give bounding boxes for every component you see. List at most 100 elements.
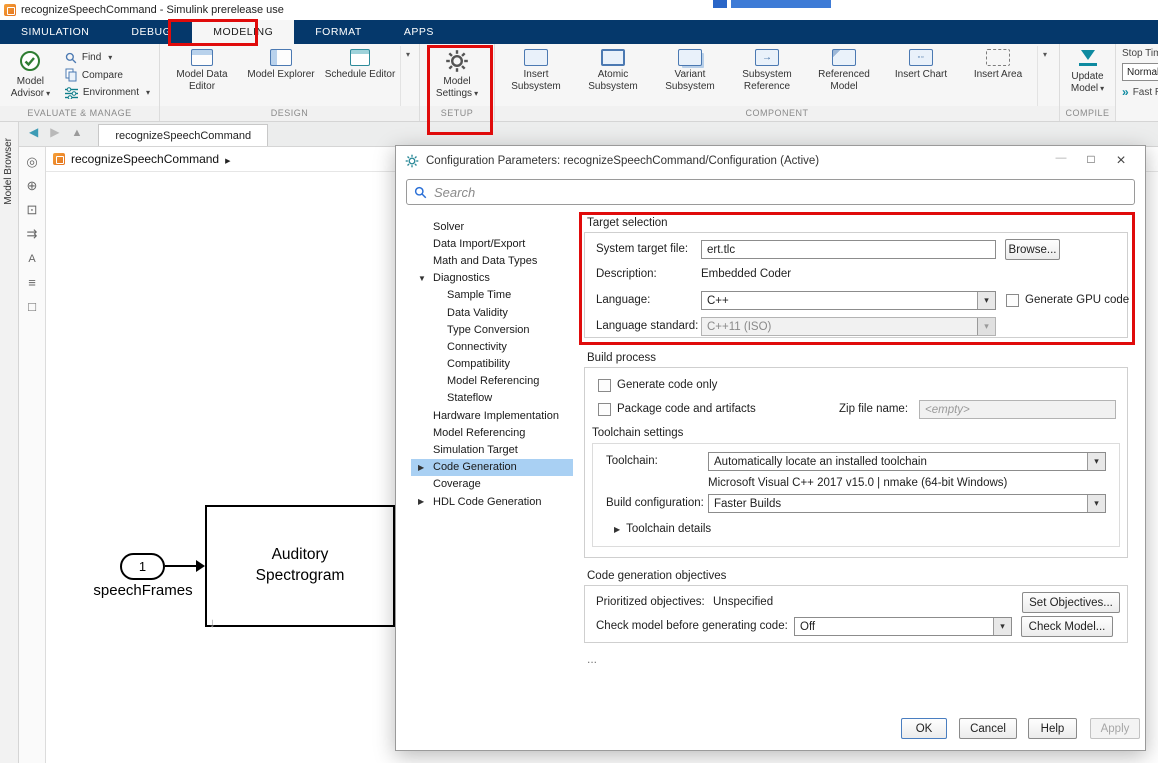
model-advisor-button[interactable]: Model Advisor [3,46,58,106]
package-code-checkbox[interactable] [598,403,611,416]
update-arrows-icon[interactable] [27,227,38,240]
subsystem-reference-button[interactable]: Subsystem Reference [729,46,805,106]
atomic-subsystem-label: Atomic Subsystem [575,69,651,93]
system-target-file-field[interactable]: ert.tlc [701,240,996,259]
tree-item-stateflow[interactable]: Stateflow [411,390,573,407]
tab-modeling[interactable]: MODELING [192,20,294,44]
apply-button[interactable]: Apply [1090,718,1140,739]
insert-chart-button[interactable]: Insert Chart [883,46,959,106]
signal-wire[interactable] [165,565,199,567]
tree-item-data-import-export[interactable]: Data Import/Export [411,235,573,252]
tree-item-type-conversion[interactable]: Type Conversion [411,321,573,338]
model-data-editor-button[interactable]: Model Data Editor [163,46,241,106]
model-settings-button[interactable]: Model Settings [425,46,489,106]
fast-restart-toggle[interactable]: Fast Restart [1122,85,1158,99]
tree-item-label: HDL Code Generation [433,496,541,508]
generate-code-only-checkbox[interactable] [598,379,611,392]
language-standard-dropdown[interactable]: C++11 (ISO) [701,317,996,336]
tree-item-coverage[interactable]: Coverage [411,476,573,493]
tree-item-simulation-target[interactable]: Simulation Target [411,441,573,458]
tree-item-sample-time[interactable]: Sample Time [411,287,573,304]
zip-file-name-field[interactable]: <empty> [919,400,1116,419]
find-button[interactable]: Find [61,49,154,66]
tree-item-code-generation[interactable]: ▶Code Generation [411,459,573,476]
variant-subsystem-button[interactable]: Variant Subsystem [652,46,728,106]
toolchain-dropdown[interactable]: Automatically locate an installed toolch… [708,452,1106,471]
environment-button[interactable]: Environment [61,84,154,101]
toolchain-details-expander[interactable]: Toolchain details [614,523,711,535]
sim-mode-dropdown[interactable]: Normal [1122,63,1158,81]
breadcrumb-model-name[interactable]: recognizeSpeechCommand [71,152,219,166]
referenced-model-button[interactable]: Referenced Model [806,46,882,106]
tree-item-label: Type Conversion [447,324,530,336]
close-icon[interactable] [1106,152,1136,170]
design-gallery-expand-button[interactable] [400,46,415,106]
tree-item-compatibility[interactable]: Compatibility [411,356,573,373]
minimize-icon[interactable] [1046,152,1076,170]
configuration-parameters-dialog: Configuration Parameters: recognizeSpeec… [395,145,1146,751]
fit-to-view-icon[interactable] [27,203,38,216]
check-model-button[interactable]: Check Model... [1021,616,1113,637]
model-advisor-icon [18,49,42,73]
search-input[interactable]: Search [406,179,1135,205]
language-dropdown[interactable]: C++ [701,291,996,310]
group-component: Insert Subsystem Atomic Subsystem Varian… [495,44,1060,121]
subsystem-reference-icon [755,49,779,66]
subsystem-icon [524,49,548,66]
model-explorer-button[interactable]: Model Explorer [242,46,320,106]
back-icon[interactable] [29,123,38,141]
tree-item-connectivity[interactable]: Connectivity [411,338,573,355]
insert-subsystem-label: Insert Subsystem [498,69,574,93]
breadcrumb-caret-icon[interactable] [225,150,230,168]
inport-block[interactable]: 1 [120,553,165,580]
browse-button[interactable]: Browse... [1005,239,1060,260]
environment-icon [65,87,78,99]
maximize-icon[interactable] [1076,152,1106,170]
component-gallery-expand-button[interactable] [1037,46,1052,106]
ok-button[interactable]: OK [901,718,947,739]
expander-icon[interactable]: ▶ [418,497,424,506]
variant-subsystem-icon [678,49,702,66]
area-select-icon[interactable] [28,300,36,313]
model-browser-label: Model Browser [3,138,14,205]
tree-item-diagnostics[interactable]: ▼Diagnostics [411,270,573,287]
tab-format[interactable]: FORMAT [294,20,383,44]
check-model-dropdown[interactable]: Off [794,617,1012,636]
tree-item-data-validity[interactable]: Data Validity [411,304,573,321]
dialog-titlebar[interactable]: Configuration Parameters: recognizeSpeec… [396,146,1145,176]
target-icon[interactable] [26,155,37,168]
build-configuration-dropdown[interactable]: Faster Builds [708,494,1106,513]
tab-debug[interactable]: DEBUG [110,20,192,44]
tree-item-model-referencing[interactable]: Model Referencing [411,424,573,441]
tree-item-model-referencing-diag[interactable]: Model Referencing [411,373,573,390]
tree-item-hardware-implementation[interactable]: Hardware Implementation [411,407,573,424]
compare-button[interactable]: Compare [61,67,154,84]
schedule-editor-button[interactable]: Schedule Editor [321,46,399,106]
document-tab[interactable]: recognizeSpeechCommand [98,124,268,146]
tab-apps[interactable]: APPS [383,20,455,44]
model-browser-strip[interactable]: Model Browser [0,122,19,763]
forward-icon[interactable] [50,123,59,141]
up-to-parent-icon[interactable] [71,123,82,141]
tree-item-label: Model Referencing [447,375,539,387]
tree-item-label: Coverage [433,478,481,490]
insert-area-button[interactable]: Insert Area [960,46,1036,106]
expander-icon[interactable]: ▶ [418,463,424,472]
tree-item-hdl-code-generation[interactable]: ▶ HDL Code Generation [411,493,573,510]
tree-item-solver[interactable]: Solver [411,218,573,235]
zoom-icon[interactable] [27,179,38,192]
signal-label-icon[interactable] [28,276,36,289]
block-label-line1: Auditory [272,545,329,566]
atomic-subsystem-button[interactable]: Atomic Subsystem [575,46,651,106]
insert-subsystem-button[interactable]: Insert Subsystem [498,46,574,106]
cancel-button[interactable]: Cancel [959,718,1017,739]
annotation-icon[interactable] [28,251,35,265]
set-objectives-button[interactable]: Set Objectives... [1022,592,1120,613]
help-button[interactable]: Help [1028,718,1077,739]
generate-gpu-code-checkbox[interactable] [1006,294,1019,307]
auditory-spectrogram-block[interactable]: Auditory Spectrogram [205,505,395,627]
tree-item-math-and-data-types[interactable]: Math and Data Types [411,252,573,269]
update-model-button[interactable]: Update Model [1063,46,1112,106]
expander-icon[interactable]: ▼ [418,274,426,283]
tab-simulation[interactable]: SIMULATION [0,20,110,44]
